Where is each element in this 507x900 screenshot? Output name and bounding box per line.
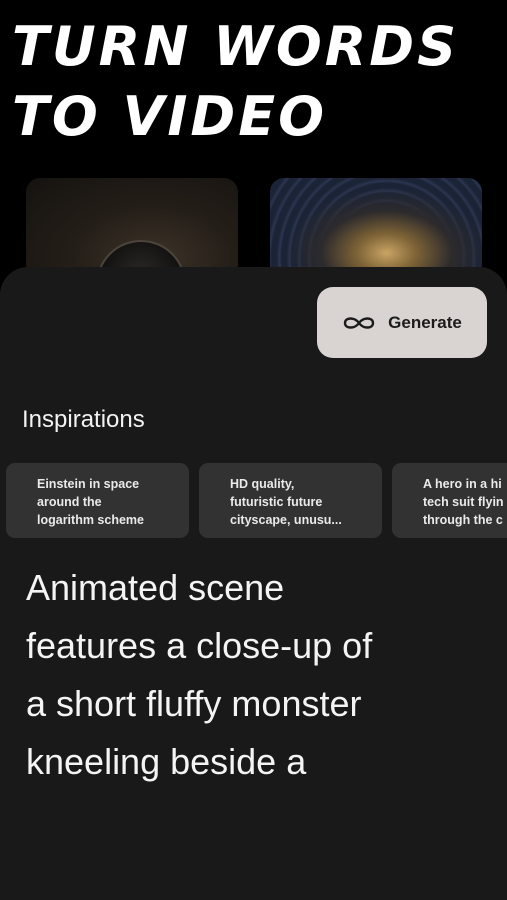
headline-line-2: TO VIDEO bbox=[12, 85, 328, 148]
chip-text-line: logarithm scheme bbox=[37, 513, 144, 527]
monster-preview-thumbnail[interactable] bbox=[26, 178, 238, 278]
chip-text-line: through the c bbox=[423, 513, 503, 527]
prompt-text-line: kneeling beside a bbox=[26, 741, 307, 782]
inspiration-chip[interactable]: A hero in a hi tech suit flyin through t… bbox=[392, 463, 507, 538]
prompt-input[interactable]: Animated scene features a close-up of a … bbox=[26, 559, 486, 791]
inspiration-chip[interactable]: HD quality, futuristic future cityscape,… bbox=[199, 463, 382, 538]
cosmic-tunnel-preview-thumbnail[interactable] bbox=[270, 178, 482, 278]
prompt-text-line: a short fluffy monster bbox=[26, 683, 362, 724]
chip-text-line: Einstein in space bbox=[37, 477, 140, 491]
chip-text-line: tech suit flyin bbox=[423, 495, 504, 509]
page-title: TURN WORDS TO VIDEO bbox=[12, 12, 459, 152]
prompt-text-line: Animated scene bbox=[26, 567, 285, 608]
generate-button[interactable]: Generate bbox=[317, 287, 487, 358]
headline-line-1: TURN WORDS bbox=[12, 15, 460, 78]
inspiration-chip[interactable]: Einstein in space around the logarithm s… bbox=[6, 463, 189, 538]
infinity-icon bbox=[343, 316, 375, 329]
chip-text-line: futuristic future bbox=[230, 495, 323, 509]
chip-text-line: A hero in a hi bbox=[423, 477, 502, 491]
chip-text-line: HD quality, bbox=[230, 477, 295, 491]
prompt-sheet: Generate Inspirations Einstein in space … bbox=[0, 267, 507, 900]
chip-text-line: around the bbox=[37, 495, 102, 509]
inspirations-list: Einstein in space around the logarithm s… bbox=[0, 463, 507, 538]
inspirations-title: Inspirations bbox=[22, 406, 145, 433]
generate-button-label: Generate bbox=[388, 312, 462, 332]
chip-text-line: cityscape, unusu... bbox=[230, 513, 342, 527]
prompt-text-line: features a close-up of bbox=[26, 625, 373, 666]
app-screen: TURN WORDS TO VIDEO Generate Inspiration… bbox=[0, 0, 507, 900]
preview-carousel bbox=[0, 178, 507, 278]
